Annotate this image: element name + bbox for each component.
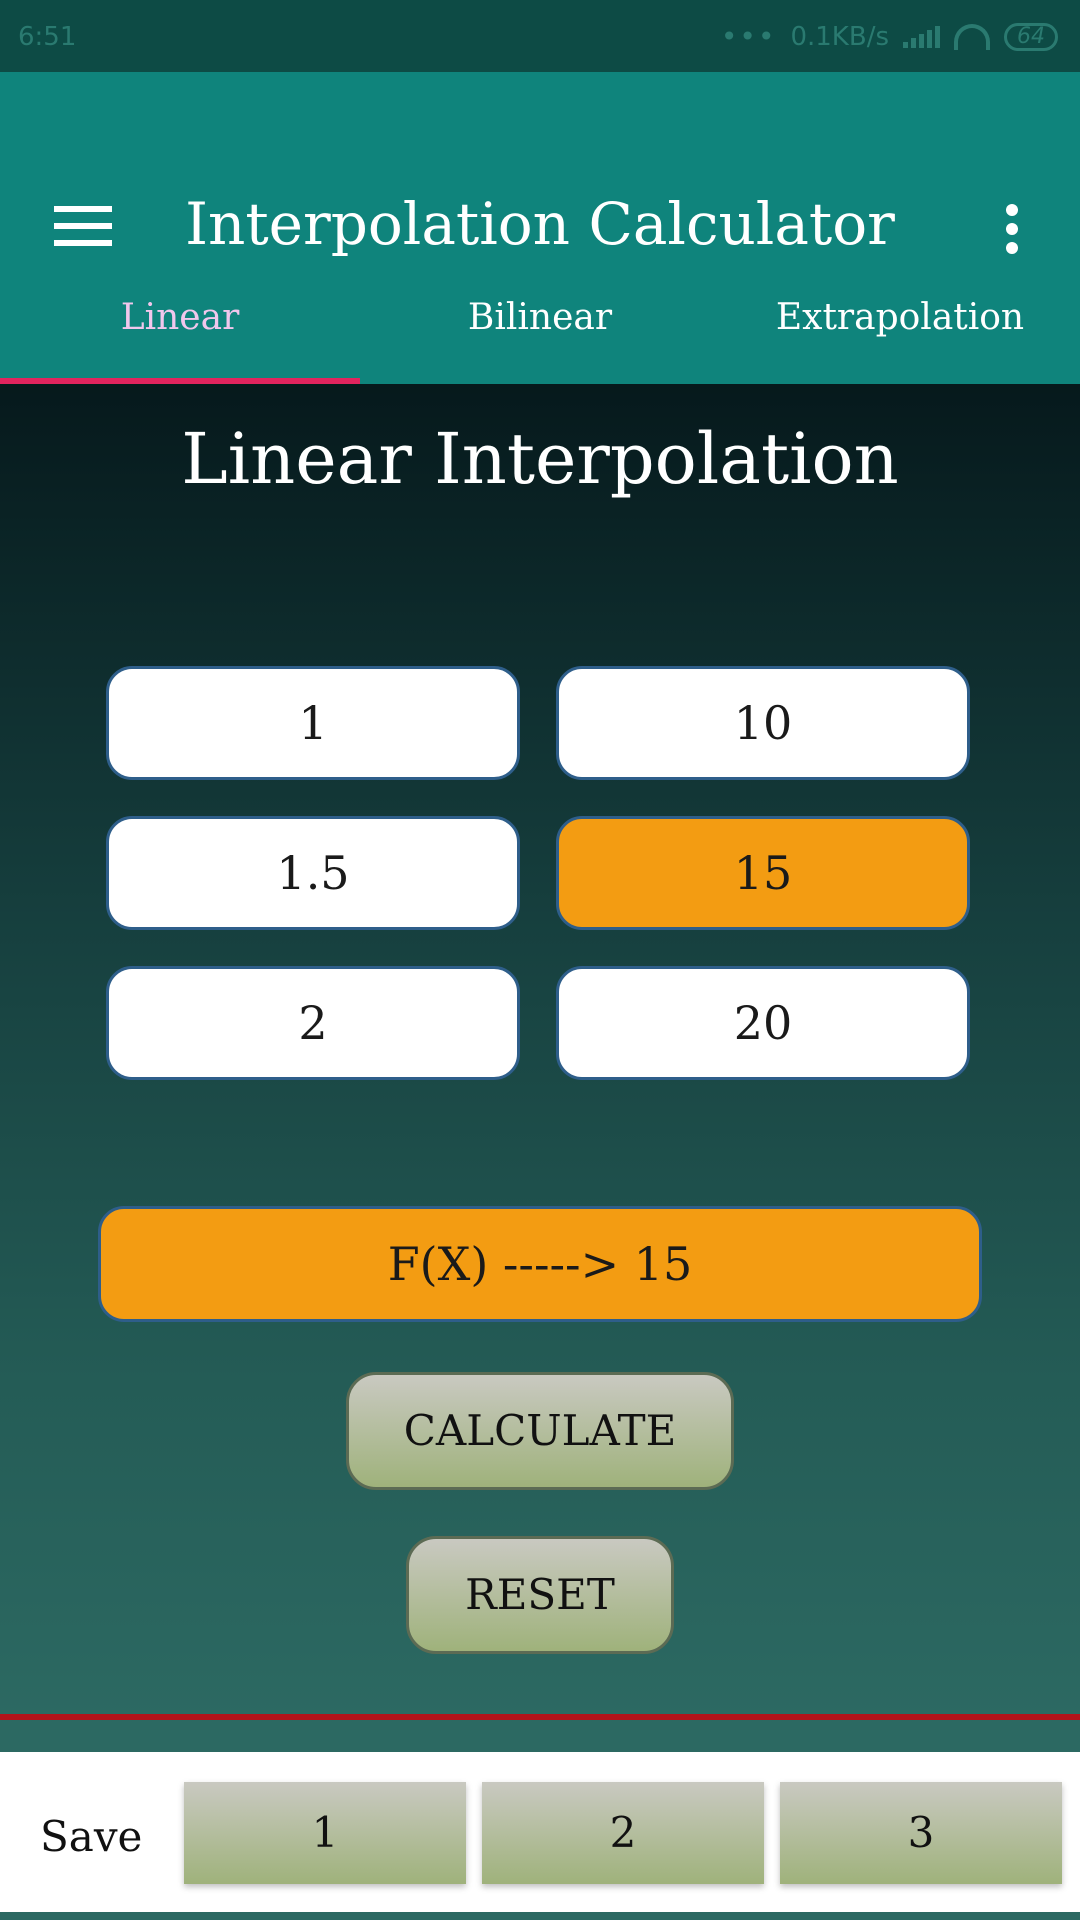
battery-icon: 64 xyxy=(1004,22,1058,51)
y-result-field[interactable]: 15 xyxy=(556,816,970,930)
signal-icon xyxy=(903,25,940,48)
wifi-icon xyxy=(954,23,990,50)
tab-extrapolation[interactable]: Extrapolation xyxy=(720,282,1080,384)
x2-input[interactable]: 2 xyxy=(106,966,520,1080)
status-icons: ••• 0.1KB/s 64 xyxy=(721,20,1058,53)
save-slot-3-button[interactable]: 3 xyxy=(780,1782,1062,1884)
save-bar-gap xyxy=(0,1720,1080,1752)
reset-button[interactable]: RESET xyxy=(406,1536,674,1654)
tab-bar: Linear Bilinear Extrapolation xyxy=(0,282,1080,384)
x1-input[interactable]: 1 xyxy=(106,666,520,780)
bottom-edge xyxy=(0,1912,1080,1920)
calculate-button[interactable]: CALCULATE xyxy=(346,1372,734,1490)
notification-dots-icon: ••• xyxy=(720,20,777,53)
main-content: Linear Interpolation 1 10 1.5 15 2 20 F(… xyxy=(0,384,1080,1716)
save-slot-1-button[interactable]: 1 xyxy=(184,1782,466,1884)
network-speed: 0.1KB/s xyxy=(790,21,889,52)
save-slot-2-button[interactable]: 2 xyxy=(482,1782,764,1884)
status-bar: 6:51 ••• 0.1KB/s 64 xyxy=(0,0,1080,72)
x-input[interactable]: 1.5 xyxy=(106,816,520,930)
hamburger-menu-icon[interactable] xyxy=(54,206,112,246)
result-display: F(X) -----> 15 xyxy=(98,1206,982,1322)
tab-bilinear[interactable]: Bilinear xyxy=(360,282,720,384)
page-heading: Linear Interpolation xyxy=(181,418,899,500)
app-title: Interpolation Calculator xyxy=(185,190,895,258)
tab-linear[interactable]: Linear xyxy=(0,282,360,384)
save-label: Save xyxy=(40,1812,143,1861)
more-vertical-icon[interactable] xyxy=(1004,204,1020,254)
status-time: 6:51 xyxy=(18,22,77,52)
y1-input[interactable]: 10 xyxy=(556,666,970,780)
y2-input[interactable]: 20 xyxy=(556,966,970,1080)
